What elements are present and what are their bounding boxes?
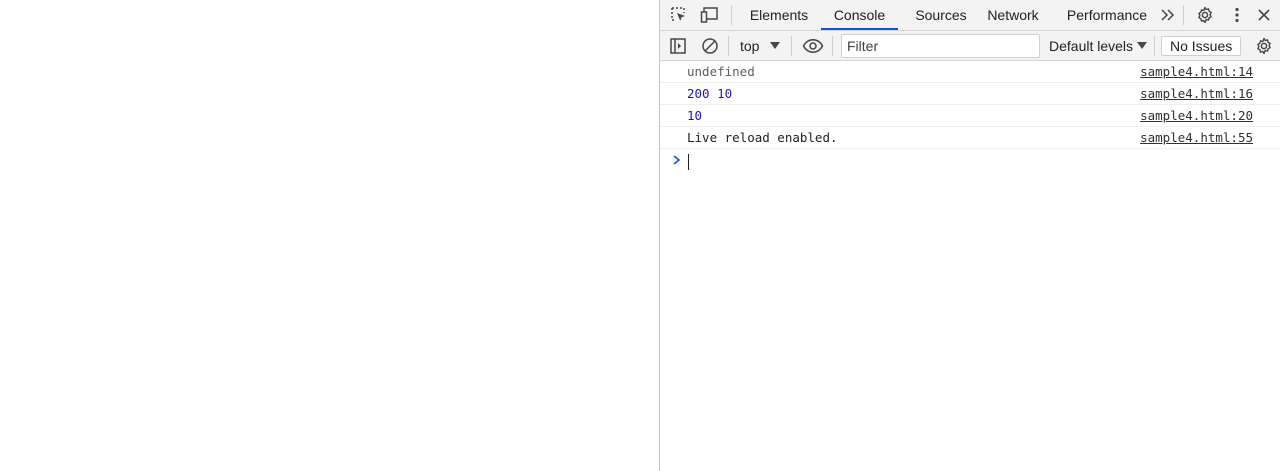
filter-input[interactable] [841,34,1040,58]
console-message-text: Live reload enabled. [687,130,838,145]
issues-button[interactable]: No Issues [1161,36,1242,56]
console-message-text: undefined [687,64,755,79]
chevron-double-right-icon[interactable] [1157,4,1179,26]
console-message-text: 10 [687,108,703,123]
close-icon[interactable] [1253,4,1275,26]
console-message-text: 200 10 [687,86,733,101]
console-settings-gear-icon[interactable] [1253,35,1275,57]
caret-down-icon [1137,42,1148,49]
devtools-tabbar: Elements Console Sources Network Perform… [660,0,1280,31]
clear-console-icon[interactable] [699,35,721,57]
tab-console[interactable]: Console [821,0,898,30]
device-toolbar-icon[interactable] [699,4,721,26]
console-message: undefined sample4.html:14 [660,61,1280,83]
context-select-value: top [740,38,760,54]
console-message: Live reload enabled. sample4.html:55 [660,127,1280,149]
log-levels-dropdown[interactable]: Default levels [1049,35,1148,57]
prompt-chevron-icon [673,155,681,165]
console-message-source-link[interactable]: sample4.html:20 [1140,108,1253,124]
tab-network[interactable]: Network [982,0,1044,30]
page-viewport [0,0,659,471]
context-select[interactable]: top [740,35,781,57]
console-message-source-link[interactable]: sample4.html:16 [1140,86,1253,102]
console-message-source-link[interactable]: sample4.html:55 [1140,130,1253,146]
console-message: 200 10 sample4.html:16 [660,83,1280,105]
text-caret [688,154,689,170]
toolbar-divider [731,5,732,25]
sidebar-toggle-icon[interactable] [667,35,689,57]
toolbar-divider [791,36,792,56]
eye-icon[interactable] [801,35,825,57]
gear-icon[interactable] [1194,4,1216,26]
tab-elements[interactable]: Elements [739,0,819,30]
kebab-menu-icon[interactable] [1226,4,1248,26]
console-message: 10 sample4.html:20 [660,105,1280,127]
inspect-element-icon[interactable] [668,4,690,26]
console-message-source-link[interactable]: sample4.html:14 [1140,64,1253,80]
console-prompt[interactable] [660,149,1280,173]
log-levels-label: Default levels [1049,38,1134,54]
console-messages: undefined sample4.html:14 200 10 sample4… [660,61,1280,173]
console-toolbar: top Default levels No Issues [660,31,1280,61]
toolbar-divider [1154,36,1155,56]
tab-performance[interactable]: Performance [1062,0,1152,30]
tab-sources[interactable]: Sources [901,0,981,30]
toolbar-divider [728,36,729,56]
caret-down-icon [770,42,781,49]
devtools-panel: Elements Console Sources Network Perform… [659,0,1280,471]
toolbar-divider [832,36,833,56]
toolbar-divider [1183,5,1184,25]
